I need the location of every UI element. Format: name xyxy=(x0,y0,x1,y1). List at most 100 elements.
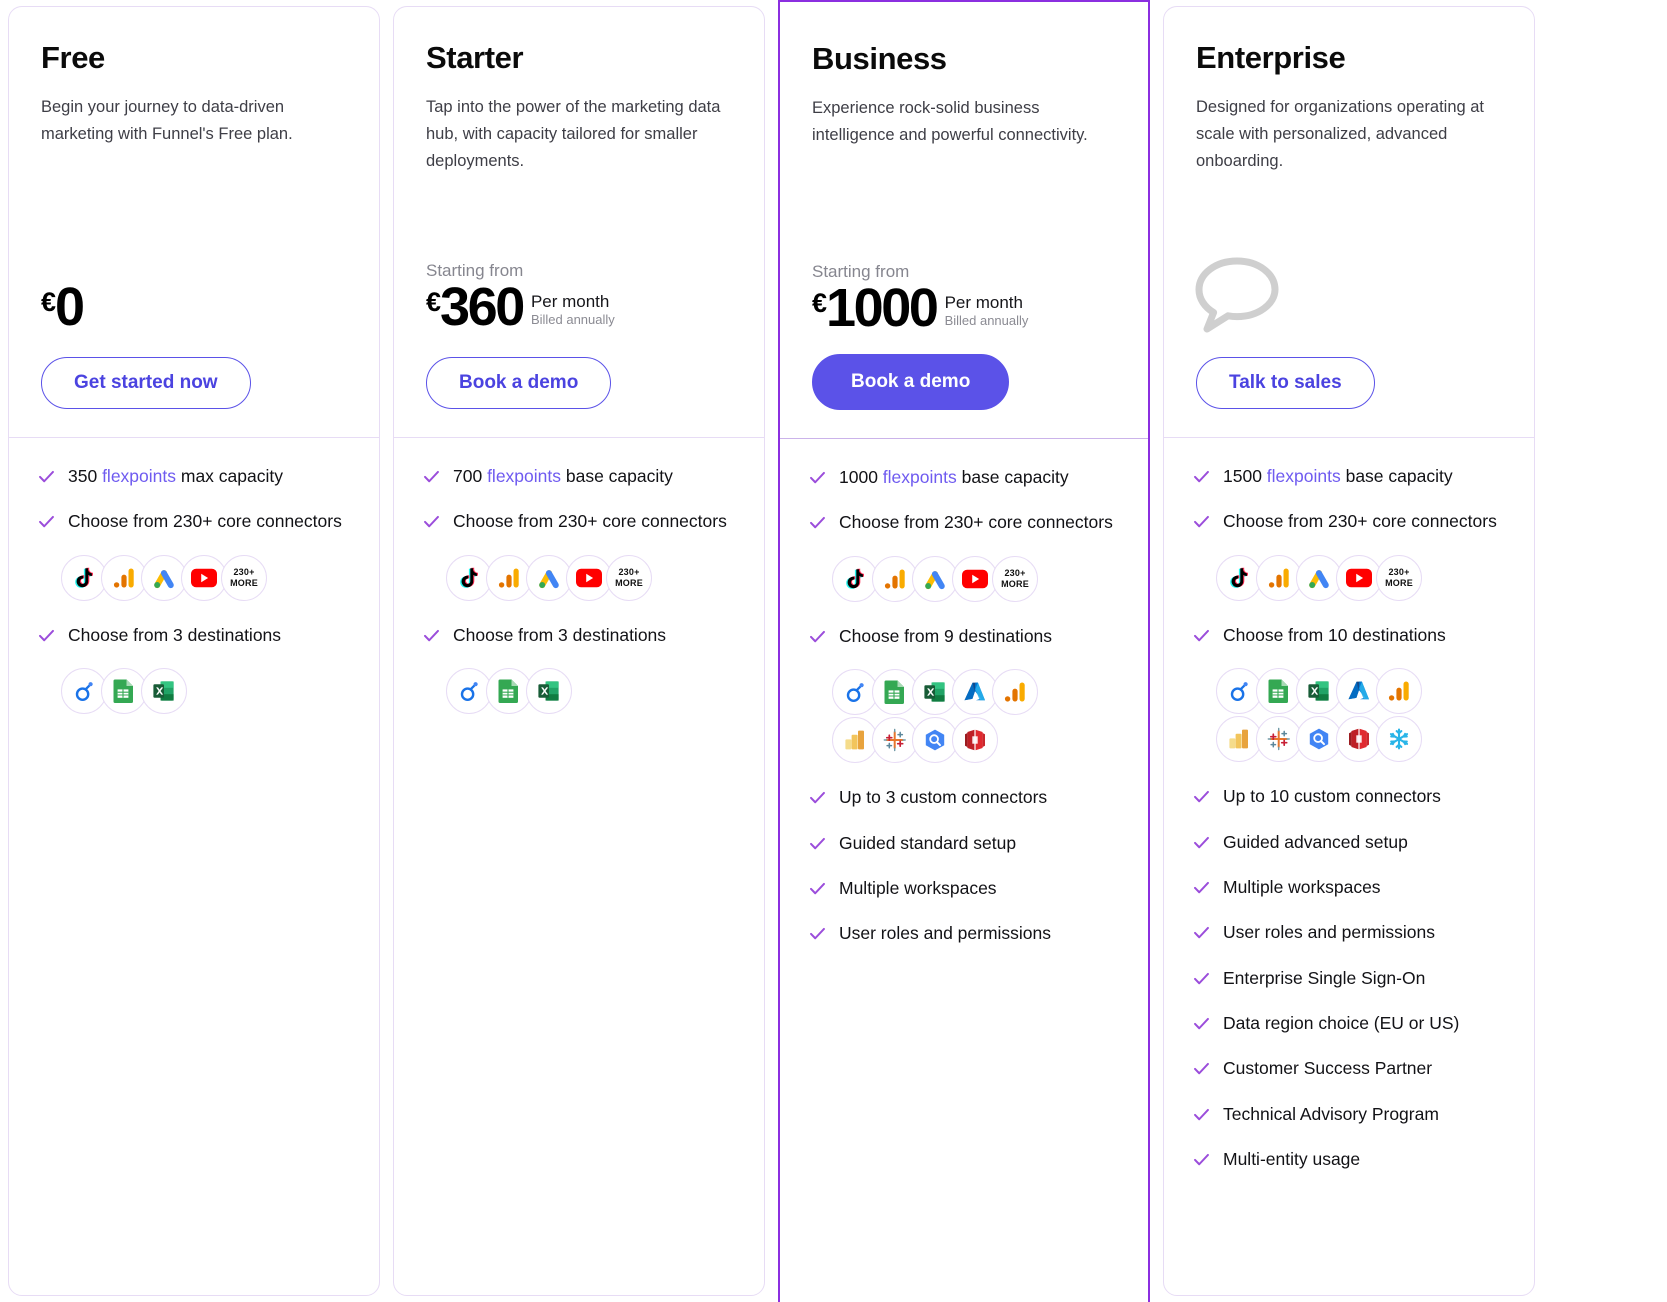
connector-icon-row xyxy=(1216,668,1506,715)
feature-text-prefix: Choose from 9 destinations xyxy=(839,625,1053,646)
price-block: €0 xyxy=(41,277,361,338)
feature-item: Enterprise Single Sign-On xyxy=(1192,966,1506,991)
check-icon xyxy=(1192,512,1211,531)
feature-item: Choose from 10 destinations xyxy=(1192,623,1506,648)
redshift-icon[interactable] xyxy=(952,717,998,764)
flexpoints-link[interactable]: flexpoints xyxy=(883,467,957,487)
cta-free-button[interactable]: Get started now xyxy=(41,357,251,409)
more-connectors-label: 230+ MORE xyxy=(615,567,643,588)
feature-item: 1000 flexpoints base capacity xyxy=(808,465,1120,490)
connector-icon-row xyxy=(832,717,1120,764)
feature-text: Enterprise Single Sign-On xyxy=(1223,966,1425,991)
cta-starter-button[interactable]: Book a demo xyxy=(426,357,612,409)
feature-text-prefix: Up to 3 custom connectors xyxy=(839,787,1048,808)
feature-list: 350 flexpoints max capacity Choose from 2… xyxy=(9,438,379,766)
more-230-icon[interactable]: 230+ MORE xyxy=(992,555,1038,602)
plan-header: Enterprise Designed for organizations ope… xyxy=(1164,7,1534,437)
feature-text-prefix: 700 xyxy=(453,466,488,486)
feature-text: Multi-entity usage xyxy=(1223,1147,1360,1172)
more-230-icon[interactable]: 230+ MORE xyxy=(221,554,267,601)
excel-icon[interactable] xyxy=(526,668,572,715)
feature-text: Customer Success Partner xyxy=(1223,1056,1432,1081)
check-icon xyxy=(808,468,827,487)
plan-card-free: Free Begin your journey to data-driven ma… xyxy=(8,6,380,1296)
feature-text-suffix: base capacity xyxy=(956,467,1069,487)
feature-text-prefix: User roles and permissions xyxy=(1223,922,1436,943)
plan-card-enterprise: Enterprise Designed for organizations ope… xyxy=(1163,6,1535,1296)
feature-text: Choose from 10 destinations xyxy=(1223,623,1446,648)
feature-text-suffix: base capacity xyxy=(561,466,673,486)
check-icon xyxy=(37,512,56,531)
connector-icon-row xyxy=(832,669,1120,716)
feature-item: Choose from 230+ core connectors xyxy=(1192,509,1506,534)
speech-bubble-icon xyxy=(1195,257,1279,333)
feature-item: Choose from 3 destinations xyxy=(37,623,351,648)
flexpoints-link[interactable]: flexpoints xyxy=(487,466,561,486)
cta-wrapper: Book a demo xyxy=(812,354,1010,410)
price-amount: €1000 xyxy=(812,278,939,339)
feature-item: Up to 3 custom connectors xyxy=(808,785,1120,810)
billed-annually-label: Billed annually xyxy=(530,312,615,328)
check-icon xyxy=(422,626,441,645)
feature-item: Choose from 9 destinations xyxy=(808,624,1120,649)
google-analytics-icon[interactable] xyxy=(1376,668,1422,715)
feature-text-prefix: Guided standard setup xyxy=(839,832,1017,853)
flexpoints-link[interactable]: flexpoints xyxy=(102,466,176,486)
feature-text-prefix: Choose from 230+ core connectors xyxy=(453,511,727,532)
check-icon xyxy=(1192,833,1211,852)
snowflake-icon[interactable] xyxy=(1376,716,1422,763)
feature-item: Choose from 3 destinations xyxy=(422,623,736,648)
feature-item: Up to 10 custom connectors xyxy=(1192,784,1506,809)
connector-icon-row: 230+ MORE xyxy=(832,555,1120,602)
connector-icon-row xyxy=(61,668,351,715)
per-month-label: Per month xyxy=(944,292,1023,312)
feature-list: 1500 flexpoints base capacity Choose from… xyxy=(1164,438,1534,1223)
pricing-plans-grid: Free Begin your journey to data-driven ma… xyxy=(0,0,1667,1302)
currency-symbol: € xyxy=(426,287,441,318)
check-icon xyxy=(1192,1059,1211,1078)
price-block: Starting from €360 Per month Billed annuall… xyxy=(426,260,746,334)
price-meta: Per month Billed annually xyxy=(945,292,1029,334)
feature-text-prefix: Enterprise Single Sign-On xyxy=(1223,967,1426,988)
plan-card-starter: Starter Tap into the power of the marketi… xyxy=(393,6,765,1296)
google-analytics-icon[interactable] xyxy=(992,669,1038,716)
price-value: 1000 xyxy=(826,278,939,339)
flexpoints-link[interactable]: flexpoints xyxy=(1267,466,1341,486)
feature-text: Choose from 230+ core connectors xyxy=(453,509,727,534)
currency-symbol: € xyxy=(812,288,827,319)
check-icon xyxy=(1192,1105,1211,1124)
more-230-icon[interactable]: 230+ MORE xyxy=(1376,554,1422,601)
more-230-icon[interactable]: 230+ MORE xyxy=(606,554,652,601)
more-connectors-label: 230+ MORE xyxy=(1001,568,1029,589)
excel-icon[interactable] xyxy=(141,668,187,715)
feature-text-prefix: Choose from 230+ core connectors xyxy=(839,512,1113,533)
check-icon xyxy=(37,467,56,486)
feature-text-prefix: 350 xyxy=(68,466,103,486)
per-month-label: Per month xyxy=(530,291,610,311)
feature-text-prefix: Choose from 10 destinations xyxy=(1223,624,1446,645)
feature-text-prefix: Choose from 3 destinations xyxy=(453,624,667,645)
check-icon xyxy=(808,834,827,853)
plan-header: Business Experience rock-solid business i… xyxy=(780,2,1148,438)
feature-text: User roles and permissions xyxy=(839,921,1051,946)
feature-item: 350 flexpoints max capacity xyxy=(37,464,351,489)
feature-text-prefix: Up to 10 custom connectors xyxy=(1223,786,1441,807)
feature-item: Multiple workspaces xyxy=(808,876,1120,901)
feature-text: Multiple workspaces xyxy=(1223,875,1381,900)
feature-text: Up to 10 custom connectors xyxy=(1223,784,1441,809)
feature-text: 1500 flexpoints base capacity xyxy=(1223,464,1453,489)
cta-business-button[interactable]: Book a demo xyxy=(812,354,1010,410)
feature-item: Choose from 230+ core connectors xyxy=(808,510,1120,535)
feature-text: 700 flexpoints base capacity xyxy=(453,464,673,489)
cta-enterprise-button[interactable]: Talk to sales xyxy=(1196,357,1375,409)
connector-icon-row: 230+ MORE xyxy=(446,554,736,601)
more-connectors-label: 230+ MORE xyxy=(230,567,258,588)
feature-text: Choose from 9 destinations xyxy=(839,624,1052,649)
cta-wrapper: Get started now xyxy=(41,357,251,409)
feature-text: Data region choice (EU or US) xyxy=(1223,1011,1459,1036)
feature-text-prefix: Customer Success Partner xyxy=(1223,1058,1433,1079)
connector-icon-row xyxy=(1216,716,1506,763)
feature-text-prefix: 1000 xyxy=(839,467,883,487)
price-value: 0 xyxy=(55,277,85,338)
plan-description: Experience rock-solid business intellige… xyxy=(812,99,1088,144)
